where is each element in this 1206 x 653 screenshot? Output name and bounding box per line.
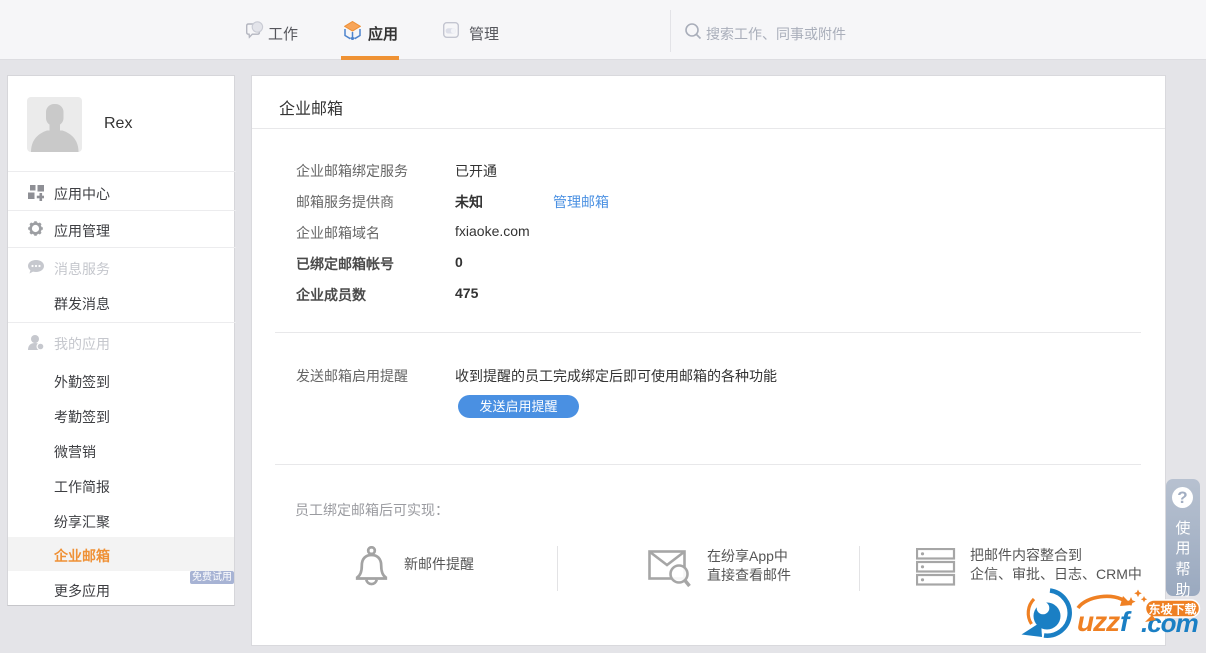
svg-text:uzz: uzz [1077, 606, 1120, 637]
svg-text:东坡下载: 东坡下载 [1149, 602, 1197, 617]
svg-text:f: f [1120, 606, 1132, 637]
